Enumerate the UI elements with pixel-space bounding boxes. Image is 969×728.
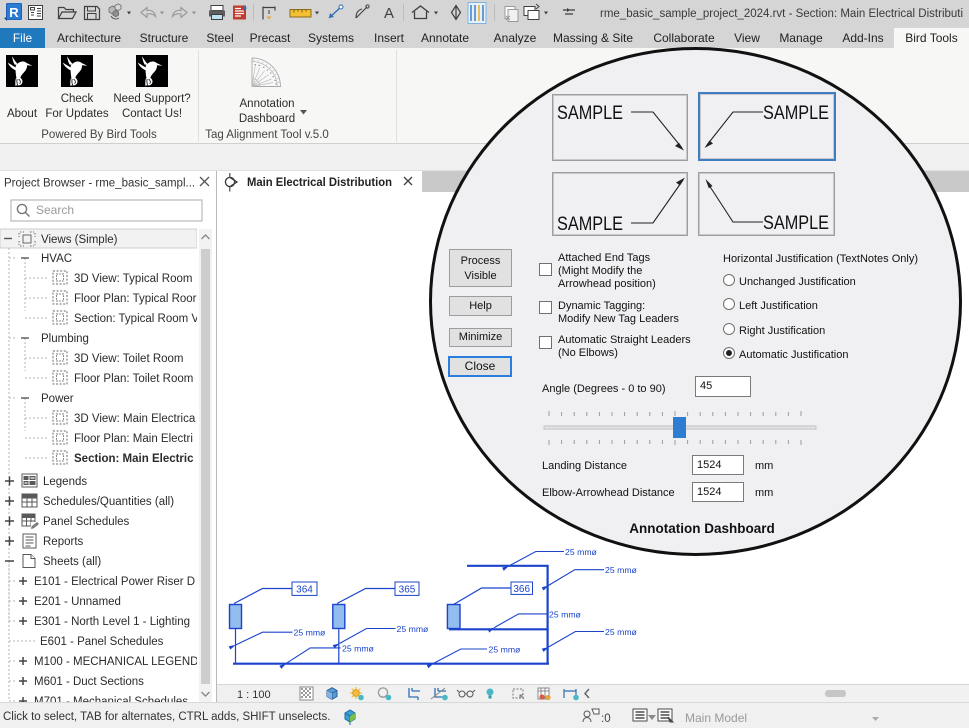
- svg-text:Dashboard: Dashboard: [239, 113, 295, 125]
- svg-text:Main Electrical Distribution: Main Electrical Distribution: [247, 175, 392, 189]
- svg-text:SAMPLE: SAMPLE: [557, 103, 623, 124]
- svg-text:Annotation: Annotation: [240, 98, 295, 110]
- svg-text:SAMPLE: SAMPLE: [763, 213, 829, 234]
- svg-text:366: 366: [513, 584, 530, 595]
- svg-text:M100 - MECHANICAL LEGEND: M100 - MECHANICAL LEGEND: [34, 656, 198, 668]
- svg-text:Plumbing: Plumbing: [41, 333, 89, 345]
- svg-text:365: 365: [399, 585, 416, 596]
- svg-text:HVAC: HVAC: [41, 253, 72, 265]
- svg-text:E101 - Electrical Power Riser: E101 - Electrical Power Riser D: [34, 576, 195, 588]
- svg-text:1 : 100: 1 : 100: [237, 689, 271, 701]
- svg-text:R: R: [9, 5, 19, 20]
- svg-text:25 mmø: 25 mmø: [397, 624, 430, 634]
- svg-text:Check: Check: [61, 93, 94, 105]
- svg-text:25 mmø: 25 mmø: [489, 645, 522, 655]
- svg-text:Reports: Reports: [43, 536, 84, 548]
- svg-text:Powered By Bird Tools: Powered By Bird Tools: [41, 129, 157, 141]
- svg-text:Views (Simple): Views (Simple): [41, 234, 118, 246]
- svg-text:A: A: [384, 5, 394, 22]
- svg-text:Project Browser - rme_basic_sa: Project Browser - rme_basic_sampl...: [4, 178, 195, 190]
- svg-text:Sheets (all): Sheets (all): [43, 556, 101, 568]
- svg-text::0: :0: [601, 713, 611, 725]
- svg-text:Search: Search: [36, 203, 74, 217]
- svg-text:M601 - Duct Sections: M601 - Duct Sections: [34, 676, 144, 688]
- svg-text:For Updates: For Updates: [45, 108, 109, 120]
- svg-text:E601 - Panel Schedules: E601 - Panel Schedules: [40, 636, 164, 648]
- svg-text:Legends: Legends: [43, 476, 87, 488]
- svg-text:25 mmø: 25 mmø: [605, 627, 638, 637]
- svg-text:3D View: Toilet Room: 3D View: Toilet Room: [74, 353, 184, 365]
- svg-text:Click to select, TAB for alter: Click to select, TAB for alternates, CTR…: [3, 711, 330, 723]
- svg-text:Section: Main Electric: Section: Main Electric: [74, 453, 194, 465]
- svg-text:Floor Plan: Toilet Room: Floor Plan: Toilet Room: [74, 373, 193, 385]
- svg-text:25 mmø: 25 mmø: [294, 628, 327, 638]
- svg-text:3D View: Typical Room: 3D View: Typical Room: [74, 273, 192, 285]
- svg-text:rme_basic_sample_project_2024.: rme_basic_sample_project_2024.rvt - Sect…: [600, 8, 963, 20]
- svg-text:25 mmø: 25 mmø: [342, 643, 375, 653]
- svg-text:Tag Alignment Tool v.5.0: Tag Alignment Tool v.5.0: [205, 129, 329, 141]
- svg-text:364: 364: [296, 585, 313, 596]
- svg-text:Contact Us!: Contact Us!: [122, 108, 182, 120]
- svg-text:E201 - Unnamed: E201 - Unnamed: [34, 596, 121, 608]
- svg-text:3D View: Main Electrica: 3D View: Main Electrica: [74, 413, 196, 425]
- svg-text:25 mmø: 25 mmø: [565, 547, 598, 557]
- svg-text:Floor Plan: Main Electri: Floor Plan: Main Electri: [74, 433, 193, 445]
- svg-text:Power: Power: [41, 393, 74, 405]
- svg-text:Main Model: Main Model: [685, 711, 747, 725]
- svg-text:E301 - North Level 1 - Lightin: E301 - North Level 1 - Lighting: [34, 616, 190, 628]
- svg-text:Section: Typical Room V: Section: Typical Room V: [74, 313, 199, 325]
- svg-text:SAMPLE: SAMPLE: [763, 103, 829, 124]
- svg-text:SAMPLE: SAMPLE: [557, 214, 623, 235]
- svg-text:About: About: [7, 108, 38, 120]
- svg-text:Floor Plan: Typical Roor: Floor Plan: Typical Roor: [74, 293, 197, 305]
- svg-text:25 mmø: 25 mmø: [605, 565, 638, 575]
- svg-text:25 mmø: 25 mmø: [549, 609, 582, 619]
- svg-text:Need Support?: Need Support?: [113, 93, 190, 105]
- svg-text:Panel Schedules: Panel Schedules: [43, 516, 130, 528]
- svg-text:Schedules/Quantities (all): Schedules/Quantities (all): [43, 496, 174, 508]
